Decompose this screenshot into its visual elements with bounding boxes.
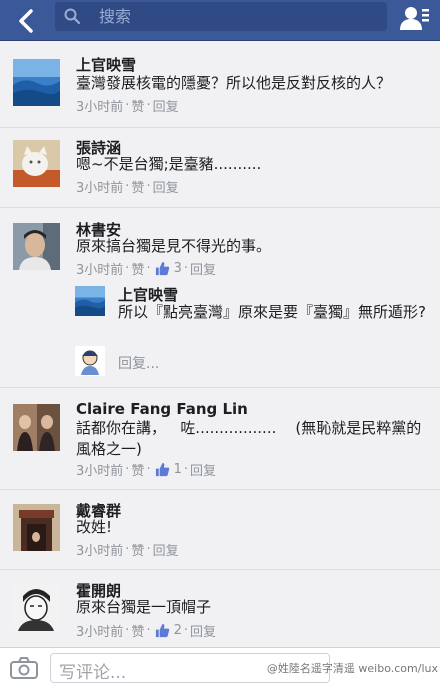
reply-link[interactable]: 回复 bbox=[190, 460, 216, 479]
friend-requests-icon bbox=[400, 7, 429, 30]
thumbs-up-icon bbox=[155, 462, 169, 477]
compose-bar: 写评论... @姓陸名遥字清遥 weibo.com/lux bbox=[0, 647, 440, 686]
like-count: 2 bbox=[173, 623, 182, 638]
comment-time: 3小时前 bbox=[76, 100, 124, 115]
reply-input[interactable]: 回复... bbox=[118, 353, 159, 373]
reply-link[interactable]: 回复 bbox=[153, 96, 179, 115]
like-link[interactable]: 赞 bbox=[131, 621, 144, 640]
comment-time: 3小时前 bbox=[76, 181, 124, 196]
comment-time: 3小时前 bbox=[76, 625, 124, 640]
comment-item: 霍開朗 原來台獨是一頂帽子 3小时前 · 赞 · 2 · 回复 bbox=[0, 570, 440, 647]
like-link[interactable]: 赞 bbox=[131, 259, 144, 278]
comment-item: 上官映雪 臺灣發展核電的隱憂？所以他是反對反核的人？ 3小时前 · 赞 · 回复 bbox=[0, 41, 440, 128]
comment-meta: 3小时前 · 赞 · 回复 bbox=[76, 540, 179, 559]
comment-text: 嗯~不是台獨;是臺豬.......... bbox=[76, 155, 262, 173]
comment-text: 改姓! bbox=[76, 518, 113, 536]
comment-time: 3小时前 bbox=[76, 263, 124, 278]
reply-link[interactable]: 回复 bbox=[190, 621, 216, 640]
search-input[interactable]: 搜索 bbox=[99, 2, 369, 31]
comments-screen: 搜索 上官映雪 臺灣發展核電的隱憂？所以他是反對反核的人？ 3小时前 · 赞 ·… bbox=[0, 0, 440, 686]
comment-meta: 3小时前 · 赞 · 回复 bbox=[76, 96, 179, 115]
comment-time: 3小时前 bbox=[76, 544, 124, 559]
like-link[interactable]: 赞 bbox=[131, 96, 144, 115]
comment-meta: 3小时前 · 赞 · 回复 bbox=[76, 177, 179, 196]
avatar[interactable] bbox=[13, 59, 60, 106]
back-button[interactable] bbox=[2, 0, 50, 41]
reply-link[interactable]: 回复 bbox=[153, 177, 179, 196]
comment-item: Claire Fang Fang Lin 話都你在講， 咗...........… bbox=[0, 388, 440, 490]
like-count: 1 bbox=[173, 462, 182, 477]
comment-text: 話都你在講， 咗................. (無恥就是民粹黨的風格之一) bbox=[76, 419, 422, 458]
comment-meta: 3小时前 · 赞 · 1 · 回复 bbox=[76, 460, 217, 479]
reply-link[interactable]: 回复 bbox=[190, 259, 216, 278]
avatar[interactable] bbox=[13, 223, 60, 270]
comment-input-placeholder: 写评论... bbox=[59, 663, 127, 683]
comment-item: 戴睿群 改姓! 3小时前 · 赞 · 回复 bbox=[0, 490, 440, 570]
comment-text: 原來台獨是一頂帽子 bbox=[76, 598, 212, 616]
reply-link[interactable]: 回复 bbox=[153, 540, 179, 559]
comment-item: 張詩涵 嗯~不是台獨;是臺豬.......... 3小时前 · 赞 · 回复 bbox=[0, 128, 440, 208]
my-avatar bbox=[75, 346, 105, 376]
chevron-left-icon bbox=[19, 8, 33, 33]
watermark: @姓陸名遥字清遥 weibo.com/lux bbox=[266, 662, 438, 675]
comment-list: 上官映雪 臺灣發展核電的隱憂？所以他是反對反核的人？ 3小时前 · 赞 · 回复 張詩涵… bbox=[0, 41, 440, 647]
comment-item: 林書安 原來搞台獨是見不得光的事。 3小时前 · 赞 · 3 · 回复 上官映雪 所以『點… bbox=[0, 208, 440, 388]
like-link[interactable]: 赞 bbox=[131, 540, 144, 559]
comment-meta: 3小时前 · 赞 · 2 · 回复 bbox=[76, 621, 217, 640]
camera-icon[interactable] bbox=[10, 657, 38, 679]
avatar[interactable] bbox=[13, 140, 60, 187]
thumbs-up-icon bbox=[155, 261, 169, 276]
commenter-name[interactable]: Claire Fang Fang Lin bbox=[76, 400, 248, 418]
reply-text: 所以『點亮臺灣』原來是要『臺獨』無所遁形? bbox=[118, 303, 426, 321]
avatar[interactable] bbox=[13, 584, 60, 631]
like-link[interactable]: 赞 bbox=[131, 177, 144, 196]
reply-avatar[interactable] bbox=[75, 286, 105, 316]
comment-meta: 3小时前 · 赞 · 3 · 回复 bbox=[76, 259, 217, 278]
top-bar: 搜索 bbox=[0, 0, 440, 41]
search-box[interactable]: 搜索 bbox=[55, 2, 387, 31]
search-icon bbox=[64, 8, 80, 24]
comment-text: 臺灣發展核電的隱憂？所以他是反對反核的人？ bbox=[76, 74, 392, 92]
comment-time: 3小时前 bbox=[76, 464, 124, 479]
thumbs-up-icon bbox=[155, 623, 169, 638]
comment-text: 原來搞台獨是見不得光的事。 bbox=[76, 237, 272, 255]
avatar[interactable] bbox=[13, 504, 60, 551]
friend-requests-button[interactable] bbox=[396, 2, 432, 34]
like-link[interactable]: 赞 bbox=[131, 460, 144, 479]
avatar[interactable] bbox=[13, 404, 60, 451]
commenter-name[interactable]: 上官映雪 bbox=[76, 54, 136, 75]
like-count: 3 bbox=[173, 261, 182, 276]
